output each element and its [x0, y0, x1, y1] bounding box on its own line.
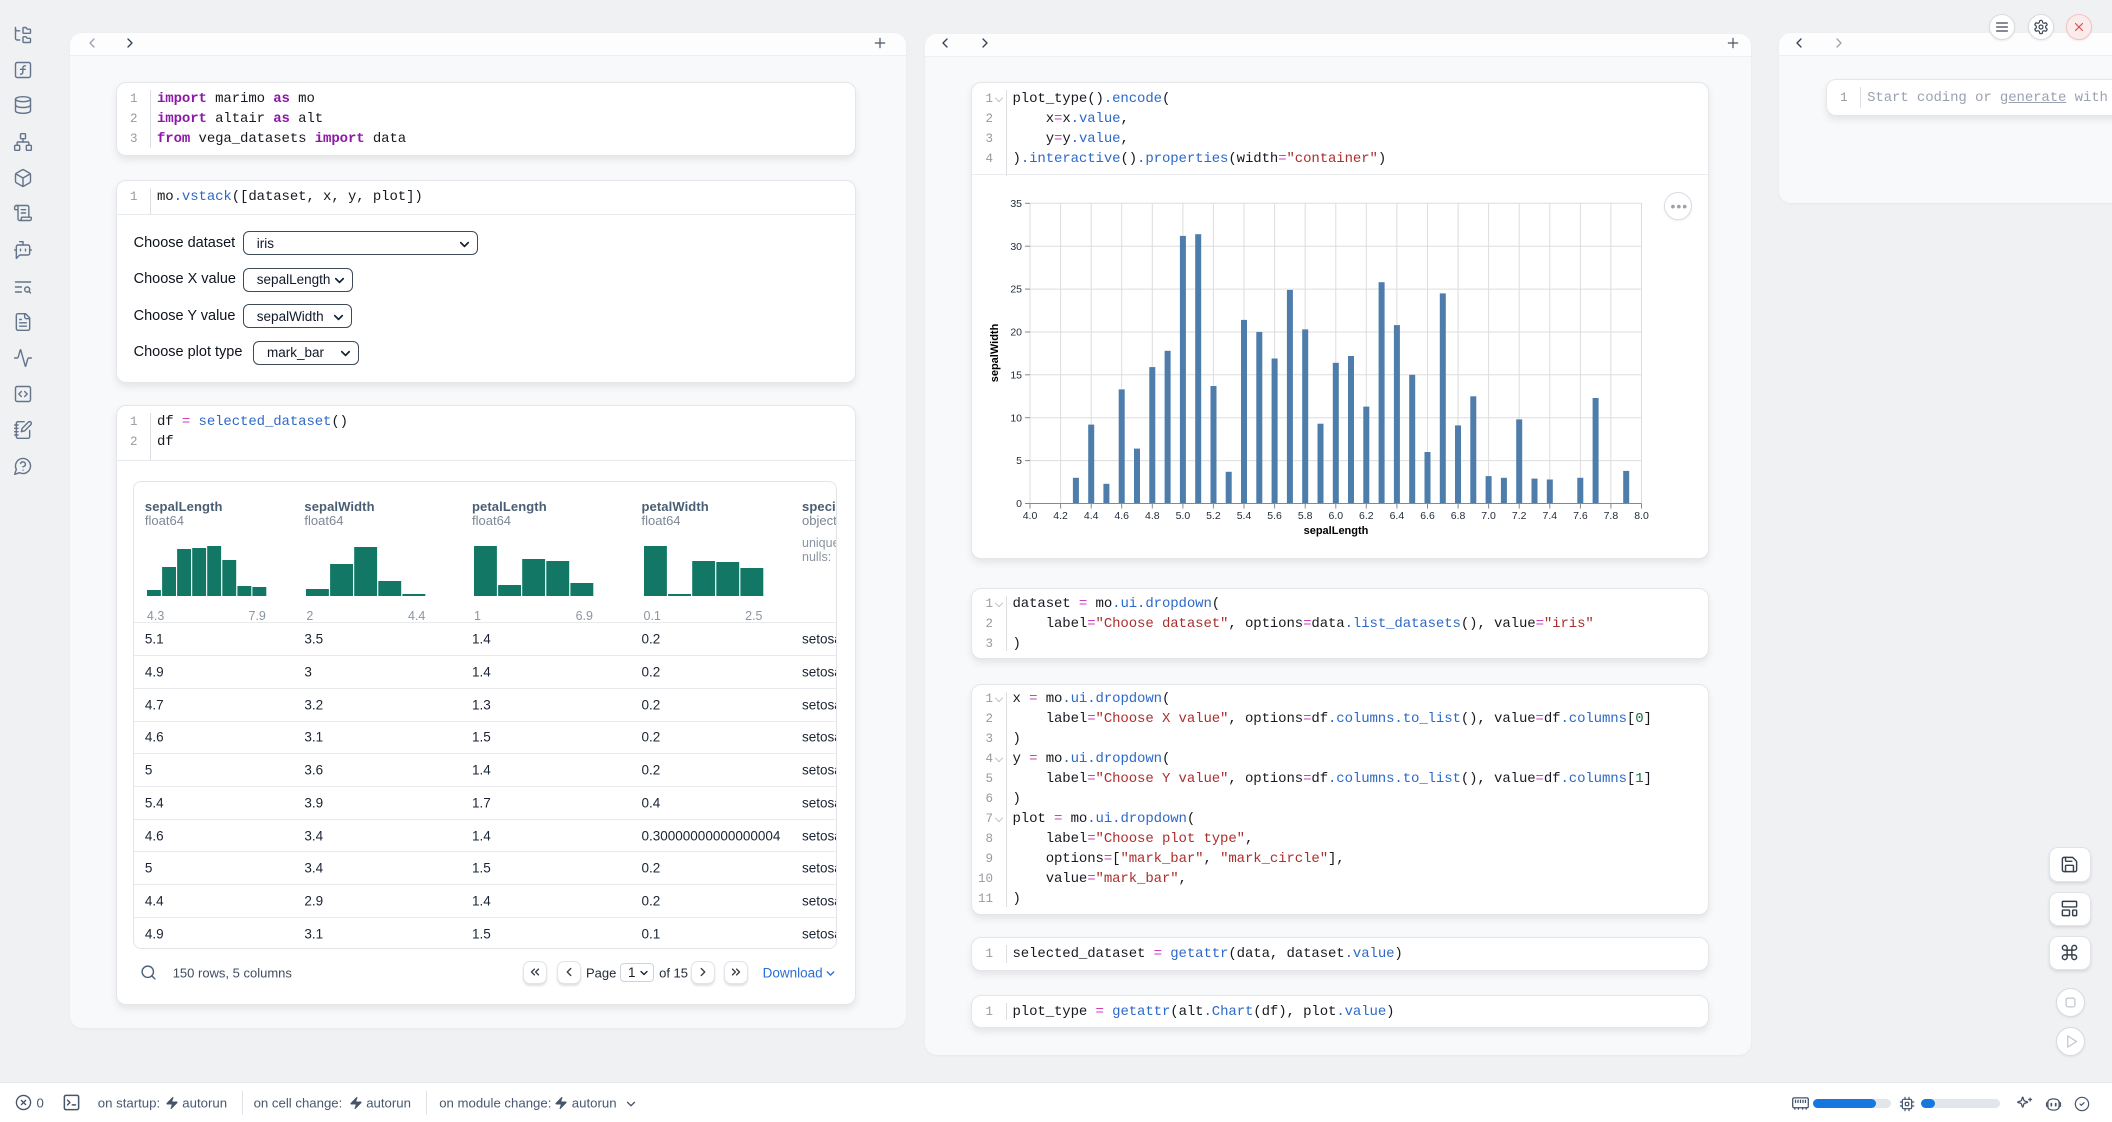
svg-text:6.8: 6.8	[1451, 510, 1466, 522]
svg-text:7.2: 7.2	[1512, 510, 1527, 522]
svg-text:20: 20	[1010, 327, 1022, 339]
svg-text:0: 0	[1016, 498, 1022, 510]
svg-text:4.4: 4.4	[1084, 510, 1099, 522]
svg-text:30: 30	[1010, 241, 1022, 253]
svg-text:6.6: 6.6	[1420, 510, 1435, 522]
svg-text:sepalWidth: sepalWidth	[989, 323, 1001, 382]
svg-text:4.2: 4.2	[1053, 510, 1068, 522]
svg-text:5.0: 5.0	[1176, 510, 1191, 522]
svg-text:10: 10	[1010, 412, 1022, 424]
svg-text:7.8: 7.8	[1604, 510, 1619, 522]
svg-text:sepalLength: sepalLength	[1304, 525, 1369, 537]
svg-text:8.0: 8.0	[1634, 510, 1649, 522]
svg-text:5.6: 5.6	[1267, 510, 1282, 522]
svg-text:5.8: 5.8	[1298, 510, 1313, 522]
svg-text:6.0: 6.0	[1328, 510, 1343, 522]
svg-text:25: 25	[1010, 284, 1022, 296]
svg-text:5.4: 5.4	[1237, 510, 1252, 522]
svg-text:6.2: 6.2	[1359, 510, 1374, 522]
svg-text:4.8: 4.8	[1145, 510, 1160, 522]
svg-text:6.4: 6.4	[1390, 510, 1405, 522]
svg-text:4.6: 4.6	[1114, 510, 1129, 522]
svg-text:7.4: 7.4	[1542, 510, 1557, 522]
svg-text:7.0: 7.0	[1481, 510, 1496, 522]
svg-text:7.6: 7.6	[1573, 510, 1588, 522]
svg-text:4.0: 4.0	[1023, 510, 1038, 522]
svg-text:15: 15	[1010, 369, 1022, 381]
svg-text:5.2: 5.2	[1206, 510, 1221, 522]
svg-text:35: 35	[1010, 198, 1022, 210]
svg-text:5: 5	[1016, 455, 1022, 467]
